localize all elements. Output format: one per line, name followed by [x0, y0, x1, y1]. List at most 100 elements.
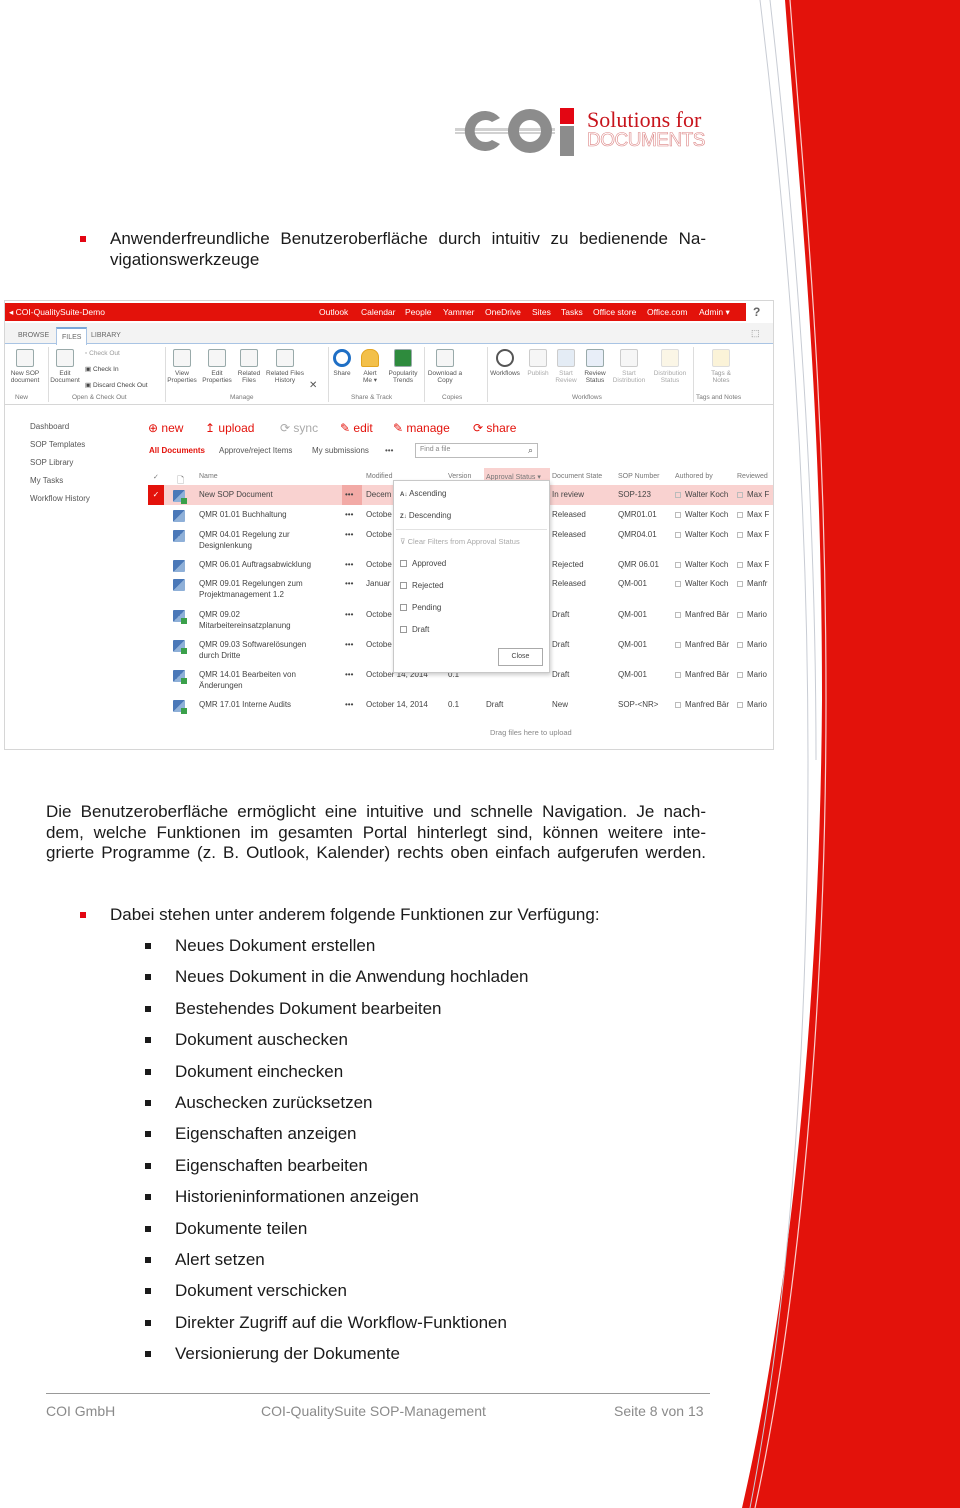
distribution-status-button[interactable]: Distribution Status: [649, 349, 691, 384]
author[interactable]: Manfred Bär: [675, 609, 729, 620]
document-name[interactable]: QMR 01.01 Buchhaltung: [199, 509, 287, 520]
reviewer[interactable]: Max F: [737, 529, 769, 540]
tab-files[interactable]: FILES: [56, 327, 88, 345]
reviewer[interactable]: Mario: [737, 609, 767, 620]
help-icon[interactable]: ?: [753, 305, 760, 319]
tags-notes-button[interactable]: Tags & Notes: [701, 349, 741, 384]
nav-sop-library[interactable]: SOP Library: [30, 458, 73, 467]
related-files-history-button[interactable]: Related Files History: [264, 349, 306, 384]
author[interactable]: Manfred Bär: [675, 699, 729, 710]
nav-sop-templates[interactable]: SOP Templates: [30, 440, 85, 449]
nav-office-store[interactable]: Office store: [593, 307, 636, 317]
item-menu-ellipsis[interactable]: •••: [345, 529, 353, 540]
delete-icon[interactable]: ✕: [309, 380, 317, 391]
document-name[interactable]: QMR 04.01 Regelung zur Designlenkung: [199, 529, 290, 551]
reviewer[interactable]: Max F: [737, 489, 769, 500]
column-document-state[interactable]: Document State: [552, 473, 602, 480]
search-input[interactable]: Find a file ⌕: [415, 443, 538, 458]
tab-library[interactable]: LIBRARY: [86, 327, 126, 345]
document-name[interactable]: QMR 09.02 Mitarbeitereinsatzplanung: [199, 609, 291, 631]
nav-outlook[interactable]: Outlook: [319, 307, 348, 317]
author[interactable]: Walter Koch: [675, 529, 728, 540]
nav-dashboard[interactable]: Dashboard: [30, 422, 69, 431]
reviewer[interactable]: Mario: [737, 669, 767, 680]
search-icon[interactable]: ⌕: [528, 445, 533, 456]
column-name[interactable]: Name: [199, 473, 218, 480]
tab-browse[interactable]: BROWSE: [13, 327, 54, 345]
nav-people[interactable]: People: [405, 307, 431, 317]
nav-office-com[interactable]: Office.com: [647, 307, 687, 317]
nav-calendar[interactable]: Calendar: [361, 307, 396, 317]
item-menu-ellipsis[interactable]: •••: [345, 489, 353, 500]
document-name[interactable]: QMR 17.01 Interne Audits: [199, 699, 291, 710]
author[interactable]: Manfred Bär: [675, 639, 729, 650]
author[interactable]: Walter Koch: [675, 578, 728, 589]
sort-ascending-option[interactable]: A↓ Ascending: [400, 489, 446, 498]
new-command[interactable]: ⊕ new: [148, 421, 183, 435]
item-menu-ellipsis[interactable]: •••: [345, 509, 353, 520]
item-menu-ellipsis[interactable]: •••: [345, 559, 353, 570]
item-menu-ellipsis[interactable]: •••: [345, 639, 353, 650]
nav-admin[interactable]: Admin ▾: [699, 307, 730, 318]
row-checkbox-checked[interactable]: ✓: [148, 485, 164, 505]
discard-check-out-button[interactable]: ▣ Discard Check Out: [85, 381, 148, 389]
share-command[interactable]: ⟳ share: [473, 421, 516, 435]
upload-command[interactable]: ↥ upload: [205, 421, 254, 435]
sort-descending-option[interactable]: Z↓ Descending: [400, 511, 451, 520]
document-name[interactable]: New SOP Document: [199, 489, 273, 500]
column-version[interactable]: Version: [448, 473, 471, 480]
author[interactable]: Walter Koch: [675, 509, 728, 520]
view-approve-reject[interactable]: Approve/reject Items: [219, 446, 292, 455]
alert-me-button[interactable]: Alert Me ▾: [357, 349, 383, 384]
focus-icon[interactable]: ⬚: [751, 328, 760, 339]
share-button[interactable]: Share: [328, 349, 356, 377]
filter-approved[interactable]: Approved: [400, 559, 446, 568]
column-authored-by[interactable]: Authored by: [675, 473, 713, 480]
nav-sites[interactable]: Sites: [532, 307, 551, 317]
author[interactable]: Walter Koch: [675, 489, 728, 500]
view-my-submissions[interactable]: My submissions: [312, 446, 369, 455]
site-title[interactable]: ◂ COI-QualitySuite-Demo: [9, 307, 105, 318]
reviewer[interactable]: Mario: [737, 699, 767, 710]
reviewer[interactable]: Max F: [737, 559, 769, 570]
nav-onedrive[interactable]: OneDrive: [485, 307, 521, 317]
review-status-button[interactable]: Review Status: [581, 349, 609, 384]
clear-filters-option[interactable]: ⊽ Clear Filters from Approval Status: [400, 537, 520, 546]
sync-command[interactable]: ⟳ sync: [280, 421, 318, 435]
nav-workflow-history[interactable]: Workflow History: [30, 494, 90, 503]
publish-button[interactable]: Publish: [524, 349, 552, 377]
item-menu-ellipsis[interactable]: •••: [345, 669, 353, 680]
document-name[interactable]: QMR 14.01 Bearbeiten von Änderungen: [199, 669, 296, 691]
nav-yammer[interactable]: Yammer: [443, 307, 475, 317]
edit-command[interactable]: ✎ edit: [340, 421, 373, 435]
check-in-button[interactable]: ▣ Check In: [85, 365, 119, 373]
author[interactable]: Walter Koch: [675, 559, 728, 570]
column-reviewed[interactable]: Reviewed: [737, 473, 768, 480]
start-distribution-button[interactable]: Start Distribution: [609, 349, 649, 384]
item-menu-ellipsis[interactable]: •••: [345, 699, 353, 710]
reviewer[interactable]: Max F: [737, 509, 769, 520]
manage-command[interactable]: ✎ manage: [393, 421, 450, 435]
item-menu-ellipsis[interactable]: •••: [345, 578, 353, 589]
document-name[interactable]: QMR 06.01 Auftragsabwicklung: [199, 559, 311, 570]
column-modified[interactable]: Modified: [366, 473, 392, 480]
filter-pending[interactable]: Pending: [400, 603, 441, 612]
start-review-button[interactable]: Start Review: [552, 349, 580, 384]
filter-draft[interactable]: Draft: [400, 625, 429, 634]
new-sop-document-button[interactable]: New SOP document: [7, 349, 43, 384]
nav-my-tasks[interactable]: My Tasks: [30, 476, 63, 485]
author[interactable]: Manfred Bär: [675, 669, 729, 680]
view-all-documents[interactable]: All Documents: [149, 446, 205, 455]
document-name[interactable]: QMR 09.01 Regelungen zum Projektmanagemen…: [199, 578, 303, 600]
edit-properties-button[interactable]: Edit Properties: [200, 349, 234, 384]
popularity-trends-button[interactable]: Popularity Trends: [383, 349, 423, 384]
download-copy-button[interactable]: Download a Copy: [424, 349, 466, 384]
filter-rejected[interactable]: Rejected: [400, 581, 444, 590]
item-menu-ellipsis[interactable]: •••: [345, 609, 353, 620]
column-sop-number[interactable]: SOP Number: [618, 473, 660, 480]
reviewer[interactable]: Manfr: [737, 578, 767, 589]
more-views-button[interactable]: •••: [385, 446, 393, 455]
edit-document-button[interactable]: Edit Document: [47, 349, 83, 384]
check-out-button[interactable]: ▫ Check Out: [85, 350, 120, 357]
view-properties-button[interactable]: View Properties: [165, 349, 199, 384]
